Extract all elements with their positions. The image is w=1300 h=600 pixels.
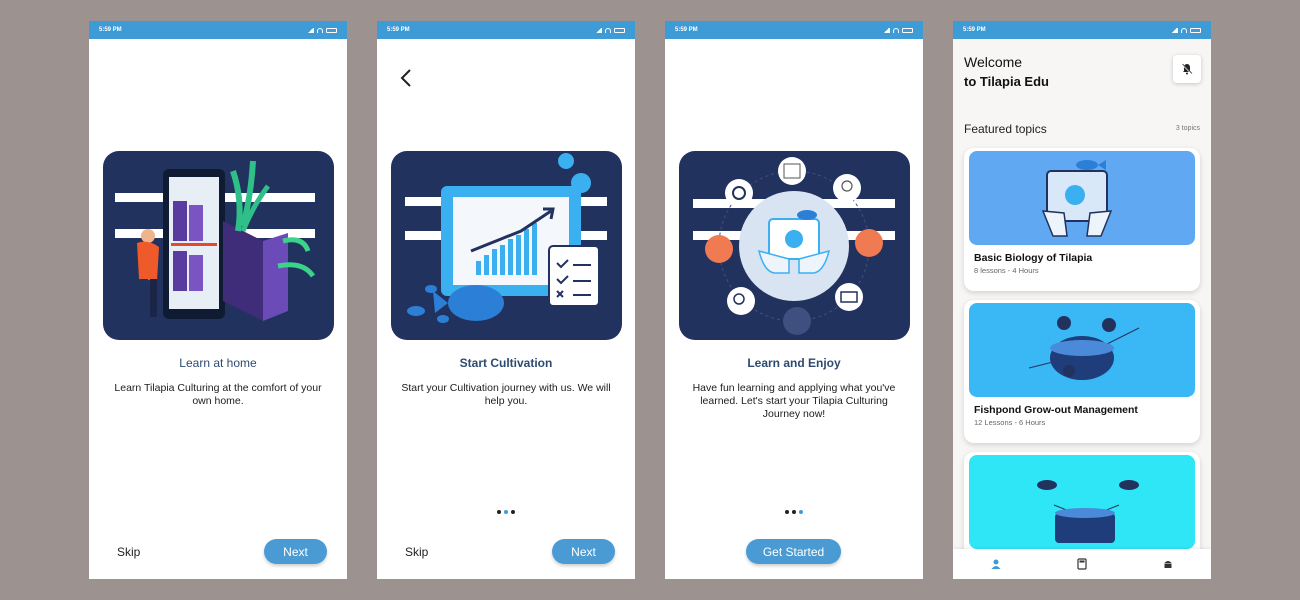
topic-meta: 12 Lessons - 6 Hours — [974, 418, 1046, 427]
battery-icon — [1190, 27, 1201, 33]
page-indicator — [377, 510, 635, 514]
onboarding-description: Start your Cultivation journey with us. … — [401, 382, 611, 407]
status-time: 5:59 PM — [675, 27, 698, 33]
onboarding-title: Learn and Enjoy — [747, 356, 841, 370]
page-dot-active — [504, 510, 508, 514]
topic-meta: 8 lessons - 4 Hours — [974, 266, 1039, 275]
bottom-navigation — [953, 549, 1211, 579]
status-bar: 5:59 PM — [89, 21, 347, 39]
status-time: 5:59 PM — [99, 27, 122, 33]
wifi-icon — [605, 27, 611, 33]
page-dot — [511, 510, 515, 514]
learn-at-home-illustration — [103, 151, 334, 340]
topic-card-image — [969, 151, 1195, 245]
start-cultivation-illustration — [391, 151, 622, 340]
onboarding-title: Learn at home — [179, 356, 257, 370]
topic-card-image — [969, 455, 1195, 549]
battery-icon — [614, 27, 625, 33]
battery-icon — [902, 27, 913, 33]
skip-button[interactable]: Skip — [405, 545, 428, 559]
battery-icon — [326, 27, 337, 33]
onboarding-screen-1: 5:59 PM Learn at home Learn Tilapia Cult… — [89, 21, 347, 579]
wifi-icon — [893, 27, 899, 33]
topic-title: Fishpond Grow-out Management — [974, 404, 1138, 416]
signal-icon — [595, 27, 602, 33]
learn-and-enjoy-illustration — [679, 151, 910, 340]
next-button[interactable]: Next — [552, 539, 615, 564]
featured-topics-label: Featured topics — [964, 122, 1047, 136]
onboarding-screen-3: 5:59 PM Learn and Enjoy Have fun learnin… — [665, 21, 923, 579]
status-icons — [883, 27, 913, 33]
get-started-button[interactable]: Get Started — [746, 539, 841, 564]
status-bar: 5:59 PM — [953, 21, 1211, 39]
page-dot — [497, 510, 501, 514]
status-bar: 5:59 PM — [377, 21, 635, 39]
next-button[interactable]: Next — [264, 539, 327, 564]
onboarding-description: Learn Tilapia Culturing at the comfort o… — [114, 382, 322, 407]
onboarding-screen-2: 5:59 PM Start Cultivation Start your Cul… — [377, 21, 635, 579]
signal-icon — [883, 27, 890, 33]
notifications-button[interactable] — [1173, 55, 1201, 83]
profile-icon[interactable] — [990, 558, 1002, 570]
topic-title: Basic Biology of Tilapia — [974, 252, 1093, 264]
status-time: 5:59 PM — [387, 27, 410, 33]
calculator-icon[interactable] — [1076, 558, 1088, 570]
page-indicator — [665, 510, 923, 514]
page-dot — [792, 510, 796, 514]
android-icon[interactable] — [1162, 558, 1174, 570]
welcome-line1: Welcome — [964, 54, 1023, 70]
signal-icon — [1171, 27, 1178, 33]
topic-card[interactable]: Basic Biology of Tilapia 8 lessons - 4 H… — [964, 148, 1200, 291]
status-time: 5:59 PM — [963, 27, 986, 33]
status-bar: 5:59 PM — [665, 21, 923, 39]
page-dot-active — [799, 510, 803, 514]
wifi-icon — [317, 27, 323, 33]
home-screen: 5:59 PM Welcome to Tilapia Edu Featured … — [953, 21, 1211, 579]
onboarding-title: Start Cultivation — [459, 356, 553, 370]
back-arrow-icon[interactable] — [399, 68, 415, 88]
page-dot — [785, 510, 789, 514]
status-icons — [307, 27, 337, 33]
topic-card[interactable]: Fishpond Grow-out Management 12 Lessons … — [964, 300, 1200, 443]
signal-icon — [307, 27, 314, 33]
welcome-line2: to Tilapia Edu — [964, 74, 1049, 89]
topic-card-image — [969, 303, 1195, 397]
bell-off-icon — [1181, 63, 1193, 75]
welcome-heading: Welcome to Tilapia Edu — [964, 52, 1049, 92]
status-icons — [1171, 27, 1201, 33]
wifi-icon — [1181, 27, 1187, 33]
status-icons — [595, 27, 625, 33]
topic-count: 3 topics — [1175, 125, 1200, 132]
onboarding-description: Have fun learning and applying what you'… — [692, 382, 896, 420]
skip-button[interactable]: Skip — [117, 545, 140, 559]
